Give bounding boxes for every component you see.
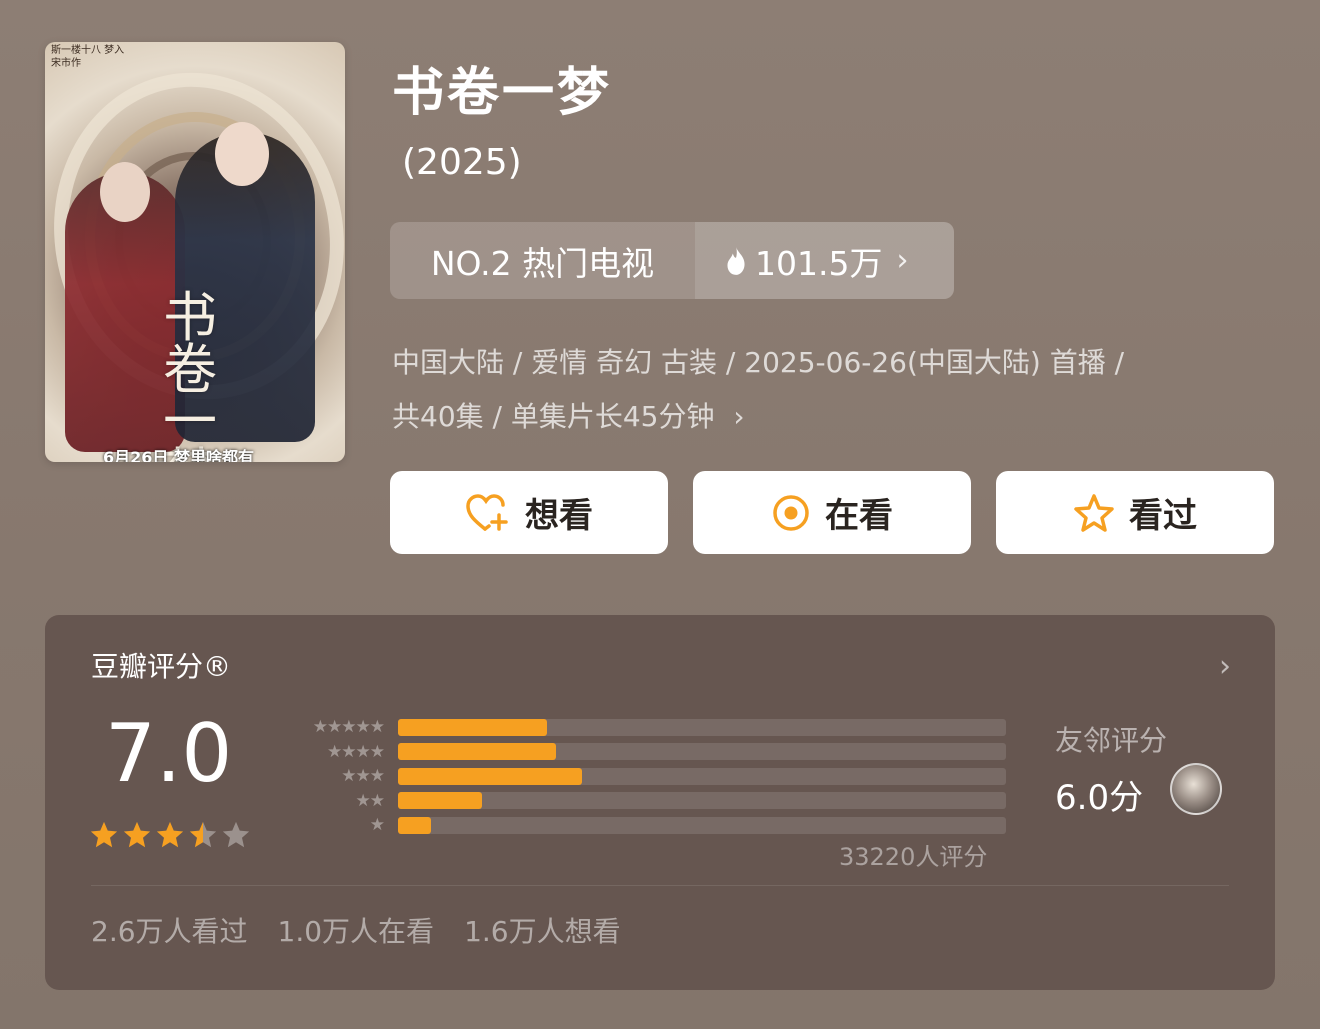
poster-bottom-text: 6月26日 梦里啥都有 bbox=[103, 448, 254, 462]
star-icon bbox=[123, 821, 151, 848]
watching-button[interactable]: 在看 bbox=[693, 471, 971, 554]
chevron-right-icon[interactable]: › bbox=[1219, 649, 1231, 684]
rating-row-1-star: ★ bbox=[279, 813, 1009, 838]
row-stars-label: ★★★★★ bbox=[312, 717, 385, 738]
friend-rating-score: 6.0分 bbox=[1055, 778, 1144, 818]
rating-row-3-star: ★★★ bbox=[279, 764, 1009, 789]
rating-score: 7.0 bbox=[105, 707, 233, 800]
rating-bar-fill bbox=[398, 767, 582, 785]
rating-bar-track bbox=[398, 718, 1006, 736]
want-button[interactable]: 想看 bbox=[390, 471, 668, 554]
poster-image[interactable]: 斯一楼十八 梦入宋市作 书卷一梦 6月26日 梦里啥都有 bbox=[45, 42, 345, 462]
rating-count: 33220人评分 bbox=[839, 843, 988, 871]
rank-bar: NO.2 热门电视 101.5万 › bbox=[390, 222, 954, 299]
row-stars-label: ★★ bbox=[355, 790, 385, 811]
show-meta[interactable]: 中国大陆 / 爱情 奇幻 古装 / 2025-06-26(中国大陆) 首播 / … bbox=[392, 336, 1272, 444]
poster-face bbox=[100, 162, 150, 222]
show-year: (2025) bbox=[402, 142, 522, 183]
rating-bar-track bbox=[398, 792, 1006, 810]
poster-calligraphy: 书卷一梦 bbox=[163, 286, 217, 463]
rating-bar-track bbox=[398, 743, 1006, 761]
row-stars-label: ★ bbox=[369, 815, 385, 836]
rating-title: 豆瓣评分® bbox=[91, 650, 232, 683]
rating-bar-track bbox=[398, 767, 1006, 785]
star-icon bbox=[222, 821, 250, 848]
watch-stats: 2.6万人看过 1.0万人在看 1.6万人想看 bbox=[91, 910, 621, 950]
stat-watching[interactable]: 1.0万人在看 bbox=[278, 910, 435, 950]
meta-line-2-text: 共40集 / 单集片长45分钟 bbox=[392, 400, 715, 433]
friend-rating-label: 友邻评分 bbox=[1055, 724, 1168, 757]
rating-bar-fill bbox=[398, 718, 547, 736]
rating-distribution: ★★★★★ ★★★★ ★★★ ★★ ★ bbox=[279, 715, 1009, 838]
rating-row-5-star: ★★★★★ bbox=[279, 715, 1009, 740]
stat-want[interactable]: 1.6万人想看 bbox=[464, 910, 621, 950]
watched-button[interactable]: 看过 bbox=[996, 471, 1274, 554]
avatar[interactable] bbox=[1170, 763, 1222, 815]
meta-line-2: 共40集 / 单集片长45分钟 › bbox=[392, 390, 1272, 444]
rating-row-4-star: ★★★★ bbox=[279, 740, 1009, 765]
meta-line-1: 中国大陆 / 爱情 奇幻 古装 / 2025-06-26(中国大陆) 首播 / bbox=[392, 346, 1125, 379]
stat-watched[interactable]: 2.6万人看过 bbox=[91, 910, 248, 950]
rank-label[interactable]: NO.2 热门电视 bbox=[390, 222, 695, 299]
rating-bar-fill bbox=[398, 743, 557, 761]
rating-bar-fill bbox=[398, 792, 482, 810]
show-title: 书卷一梦 bbox=[392, 63, 613, 123]
action-buttons: 想看 在看 看过 bbox=[390, 471, 1274, 554]
chevron-right-icon: › bbox=[896, 243, 909, 278]
rating-stars bbox=[89, 820, 251, 850]
star-icon bbox=[90, 821, 118, 848]
want-label: 想看 bbox=[525, 496, 593, 536]
star-outline-icon bbox=[1074, 493, 1114, 532]
poster-top-note: 斯一楼十八 梦入宋市作 bbox=[51, 45, 125, 69]
rating-row-2-star: ★★ bbox=[279, 789, 1009, 814]
star-icon bbox=[189, 821, 217, 848]
flame-icon bbox=[727, 245, 745, 275]
divider bbox=[91, 885, 1229, 886]
poster-face bbox=[215, 122, 269, 186]
row-stars-label: ★★★ bbox=[341, 766, 385, 787]
star-icon bbox=[156, 821, 184, 848]
row-stars-label: ★★★★ bbox=[327, 741, 385, 762]
douban-rating-card[interactable]: 豆瓣评分® › 7.0 ★★★★★ ★★★★ ★★★ ★★ ★ 33220人评分 友邻评… bbox=[45, 615, 1275, 990]
heat-button[interactable]: 101.5万 › bbox=[695, 222, 954, 299]
target-icon bbox=[773, 494, 809, 531]
watched-label: 看过 bbox=[1129, 496, 1197, 536]
chevron-right-icon: › bbox=[733, 400, 745, 433]
rating-bar-fill bbox=[398, 816, 432, 834]
heat-value: 101.5万 bbox=[755, 243, 883, 283]
rating-bar-track bbox=[398, 816, 1006, 834]
watching-label: 在看 bbox=[825, 496, 893, 536]
heart-plus-icon bbox=[466, 493, 508, 531]
